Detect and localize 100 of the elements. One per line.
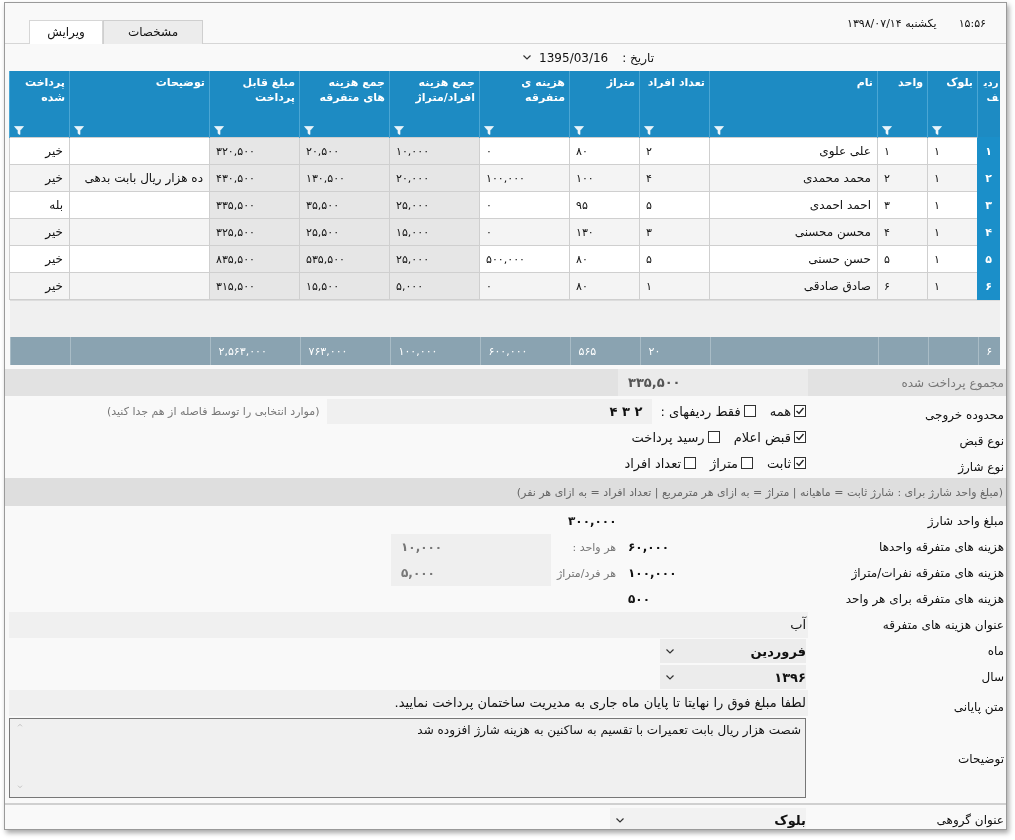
table-cell: خیر [9, 137, 70, 165]
table-cell: ۱۰,۰۰۰ [389, 137, 480, 165]
column-header[interactable]: بلوک [946, 75, 973, 90]
table-cell: ۵ [639, 191, 710, 219]
date-label: تاریخ : [622, 50, 654, 65]
filter-icon [644, 126, 654, 135]
column-header[interactable]: نام [856, 75, 873, 90]
table-cell: ۵ [877, 245, 928, 273]
table-cell: ۱ [927, 245, 978, 273]
table-cell: ۴۳۰,۵۰۰ [209, 164, 300, 192]
checkbox[interactable] [684, 457, 697, 469]
table-cell: ۲۰,۰۰۰ [389, 164, 480, 192]
table-cell: ۸۰ [569, 272, 640, 300]
table-cell: ۳ [639, 218, 710, 246]
table-cell: ۱۳۰,۵۰۰ [299, 164, 390, 192]
amount-value: ۵۰۰ [627, 592, 651, 606]
column-header[interactable]: متراژ [606, 75, 635, 90]
table-cell: ۳۱۵,۵۰۰ [209, 272, 300, 300]
filter-icon [74, 126, 84, 135]
tab[interactable]: ویرایش [29, 20, 103, 44]
column-header[interactable]: پرداخت شده [14, 75, 65, 105]
column-header[interactable]: ردیف [979, 75, 999, 105]
filter-icon [932, 126, 942, 135]
total-value: ۲۰ [640, 337, 710, 365]
total-value: ۵۶۵ [570, 337, 640, 365]
field-label: هر فرد/متراژ [555, 566, 616, 580]
input-field[interactable]: ۵,۰۰۰ [391, 560, 551, 586]
checkbox-label[interactable]: رسید پرداخت [631, 429, 705, 445]
input-field[interactable]: لطفا مبلغ فوق را نهایتا تا پایان ماه جاری به مدیریت ساختمان پرداخت نمایید. [9, 690, 808, 716]
text-area[interactable]: شصت هزار ریال بابت تعمیرات با تقسیم به ساکنین به هزینه شارژ افزوده شد [9, 718, 806, 798]
checked-checkbox[interactable] [794, 431, 806, 443]
column-header[interactable]: واحد [898, 75, 923, 90]
field-label: مبلغ واحد شارژ [926, 514, 1005, 528]
total-value: ۱۰۰,۰۰۰ [390, 337, 480, 365]
info-note: (مبلغ واحد شارژ برای : شارژ ثابت = ماهیانه | متراژ = به ازای هر مترمربع | تعداد افراد = به ازای هر نفر) [5, 478, 1006, 506]
row-number[interactable]: ۶ [977, 272, 1000, 300]
field-label: متن پایانی [952, 700, 1005, 716]
table-cell: ۴ [877, 218, 928, 246]
field-label: ماه [986, 644, 1005, 658]
scrollbar-drawing [16, 723, 24, 789]
column-header[interactable]: توضیحات [155, 75, 205, 90]
dropdown[interactable]: بلوک [610, 808, 806, 829]
table-cell: ۱ [927, 137, 978, 165]
checkbox-label[interactable]: متراژ [710, 455, 739, 471]
input-field[interactable]: آب [9, 612, 808, 638]
total-value: ۶ [978, 337, 1000, 365]
table-cell: حسن حسنی [709, 245, 878, 273]
field-label: مجموع پرداخت شده [900, 375, 1005, 390]
field-label: هزینه های متفرقه نفرات/متراژ [850, 566, 1005, 580]
checkbox-label[interactable]: ثابت [767, 455, 791, 471]
checkbox-label[interactable]: همه [769, 403, 791, 419]
dropdown[interactable]: ۱۳۹۶ [660, 665, 806, 689]
row-number[interactable]: ۳ [977, 191, 1000, 219]
table-cell: ۶ [877, 272, 928, 300]
table-cell: ۱۳۰ [569, 218, 640, 246]
checked-checkbox[interactable] [794, 405, 806, 417]
table-cell: ۲۵,۰۰۰ [389, 191, 480, 219]
column-header[interactable]: جمع هزینه های متفرقه [304, 75, 385, 105]
table-cell: علی علوی [709, 137, 878, 165]
field-label: عنوان گروهی [935, 813, 1005, 827]
column-header[interactable]: تعداد افراد [647, 75, 705, 90]
row-number[interactable]: ۱ [977, 137, 1000, 165]
date-picker[interactable]: 1395/03/16 [521, 48, 611, 67]
checked-checkbox[interactable] [794, 457, 806, 469]
checkbox[interactable] [707, 431, 720, 443]
checkbox-label[interactable]: تعداد افراد [624, 455, 682, 471]
row-number[interactable]: ۲ [977, 164, 1000, 192]
chevron-down-icon [666, 648, 674, 654]
table-cell: خیر [9, 218, 70, 246]
checkbox[interactable] [741, 457, 754, 469]
row-number[interactable]: ۵ [977, 245, 1000, 273]
column-header[interactable]: جمع هزینه افراد/متراژ [394, 75, 475, 105]
row-number[interactable]: ۴ [977, 218, 1000, 246]
column-header[interactable]: مبلغ قابل پرداخت [214, 75, 295, 105]
filter-icon [214, 126, 224, 135]
table-cell: ۱۰۰ [569, 164, 640, 192]
table-cell: ۸۰ [569, 137, 640, 165]
table-cell: ۳ [877, 191, 928, 219]
filter-icon [574, 126, 584, 135]
checkbox[interactable] [743, 405, 756, 417]
tab[interactable]: مشخصات [103, 20, 203, 44]
table-cell: ۳۲۰,۵۰۰ [209, 137, 300, 165]
table-cell: ۲ [639, 137, 710, 165]
checkbox-label[interactable]: فقط ردیفهای : [660, 403, 741, 419]
checkbox-label[interactable]: قبض اعلام [733, 429, 791, 445]
table-cell: ۱ [877, 137, 928, 165]
dropdown[interactable]: فروردین [660, 639, 806, 663]
table-cell: ده هزار ریال بابت بدهی [69, 164, 210, 192]
table-cell: بله [9, 191, 70, 219]
amount-value: ۶۰,۰۰۰ [627, 540, 671, 554]
table-cell: ۳۳۵,۵۰۰ [209, 191, 300, 219]
input-field[interactable]: ۱۰,۰۰۰ [391, 534, 551, 560]
filter-icon [484, 126, 494, 135]
table-cell: ۵,۰۰۰ [389, 272, 480, 300]
table-cell: محسن محسنی [709, 218, 878, 246]
table-cell: ۲۰,۵۰۰ [299, 137, 390, 165]
clock-date: یکشنبه ۱۳۹۸/۰۷/۱۴ [847, 16, 937, 30]
column-header[interactable]: هزینه ی متفرقه [484, 75, 565, 105]
input-field[interactable]: ۲ ۳ ۴ [327, 398, 653, 424]
table-cell: محمد محمدی [709, 164, 878, 192]
